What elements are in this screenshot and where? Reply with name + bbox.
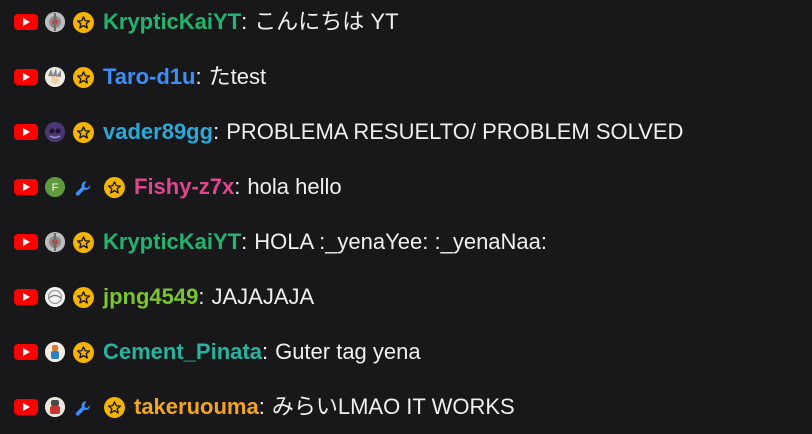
character-avatar-icon[interactable] xyxy=(45,342,65,362)
chat-panel: KrypticKaiYT : こんにちは YT Taro-d1u : たtest… xyxy=(0,0,812,434)
separator-colon: : xyxy=(213,119,220,144)
message-text: JAJAJAJA xyxy=(211,284,315,309)
svg-text:F: F xyxy=(52,182,59,194)
username[interactable]: Fishy-z7x xyxy=(134,170,234,204)
member-star-icon xyxy=(73,11,94,33)
youtube-icon xyxy=(14,344,38,360)
message-text: みらいLMAO IT WORKS xyxy=(271,394,515,419)
moderator-wrench-icon xyxy=(73,396,95,418)
member-star-icon xyxy=(73,231,94,253)
separator-colon: : xyxy=(241,229,248,254)
separator-colon: : xyxy=(241,9,248,34)
youtube-icon xyxy=(14,234,38,250)
youtube-icon xyxy=(14,399,38,415)
member-star-icon xyxy=(73,341,94,363)
member-star-icon xyxy=(104,396,125,418)
youtube-icon xyxy=(14,179,38,195)
member-star-icon xyxy=(73,286,94,308)
separator-colon: : xyxy=(198,284,205,309)
youtube-icon xyxy=(14,289,38,305)
member-star-icon xyxy=(73,121,94,143)
red-character-avatar-icon[interactable] xyxy=(45,397,65,417)
separator-colon: : xyxy=(195,64,202,89)
white-avatar-icon[interactable] xyxy=(45,287,65,307)
username[interactable]: KrypticKaiYT xyxy=(103,5,241,39)
separator-colon: : xyxy=(234,174,241,199)
separator-colon: : xyxy=(258,394,265,419)
robot-avatar-icon[interactable] xyxy=(45,12,65,32)
message-text: こんにちは YT xyxy=(254,9,399,34)
youtube-icon xyxy=(14,69,38,85)
message-text: HOLA :_yenaYee: :_yenaNaa: xyxy=(254,229,548,254)
username[interactable]: jpng4549 xyxy=(103,280,198,314)
chat-message: Taro-d1u : たtest xyxy=(14,60,812,94)
chat-message: KrypticKaiYT : HOLA :_yenaYee: :_yenaNaa… xyxy=(14,225,812,259)
member-star-icon xyxy=(73,66,94,88)
separator-colon: : xyxy=(261,339,269,364)
youtube-icon xyxy=(14,14,38,30)
username[interactable]: Cement_Pinata xyxy=(103,335,262,369)
username[interactable]: KrypticKaiYT xyxy=(103,225,241,259)
chat-message: Cement_Pinata : Guter tag yena xyxy=(14,335,812,369)
message-text: hola hello xyxy=(247,174,342,199)
letter-f-avatar-icon[interactable]: F xyxy=(45,177,65,197)
chat-message: F Fishy-z7x : hola hello xyxy=(14,170,812,204)
robot-avatar-icon[interactable] xyxy=(45,232,65,252)
chat-message: KrypticKaiYT : こんにちは YT xyxy=(14,5,812,39)
purple-avatar-icon[interactable] xyxy=(45,122,65,142)
username[interactable]: vader89gg xyxy=(103,115,213,149)
chat-message: takeruouma : みらいLMAO IT WORKS xyxy=(14,390,812,424)
username[interactable]: Taro-d1u xyxy=(103,60,195,94)
username[interactable]: takeruouma xyxy=(134,390,259,424)
chat-message: vader89gg : PROBLEMA RESUELTO/ PROBLEM S… xyxy=(14,115,812,149)
member-star-icon xyxy=(104,176,125,198)
message-text: Guter tag yena xyxy=(275,339,421,364)
youtube-icon xyxy=(14,124,38,140)
chat-message: jpng4549 : JAJAJAJA xyxy=(14,280,812,314)
anime-avatar-icon[interactable] xyxy=(45,67,65,87)
message-text: PROBLEMA RESUELTO/ PROBLEM SOLVED xyxy=(226,119,684,144)
message-text: たtest xyxy=(208,64,267,89)
moderator-wrench-icon xyxy=(73,176,95,198)
